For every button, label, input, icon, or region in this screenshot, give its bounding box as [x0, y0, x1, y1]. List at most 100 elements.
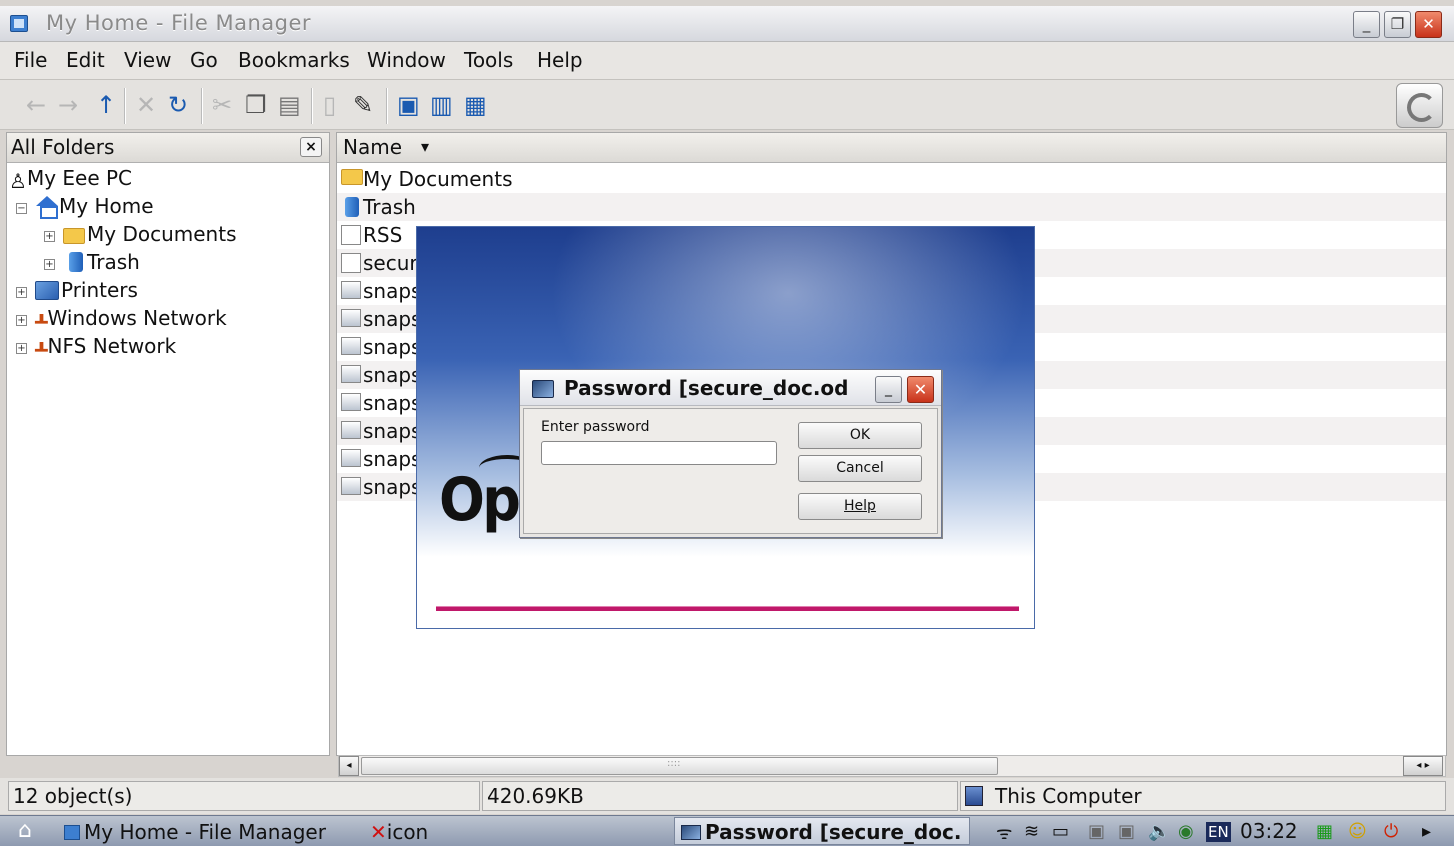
- folder-icon: [63, 228, 85, 244]
- toolbar-separator: [201, 88, 203, 124]
- file-name: snaps: [363, 363, 422, 387]
- toolbar-separator: [386, 88, 388, 124]
- restore-button[interactable]: ❐: [1384, 11, 1411, 38]
- tree-item-trash[interactable]: Trash: [63, 250, 140, 276]
- arrow-right-icon[interactable]: ▸: [1422, 821, 1431, 842]
- expand-icon[interactable]: +: [44, 259, 55, 270]
- image-file-icon: [341, 393, 361, 411]
- file-row[interactable]: My Documents: [337, 165, 1446, 193]
- battery-icon[interactable]: ▭: [1052, 821, 1069, 842]
- language-indicator[interactable]: EN: [1206, 822, 1231, 842]
- drive-icon[interactable]: ▣: [1118, 821, 1135, 842]
- expand-icon[interactable]: +: [16, 287, 27, 298]
- home-launcher-icon[interactable]: ⌂: [18, 818, 32, 843]
- copy-icon[interactable]: ❐: [245, 91, 267, 119]
- collapse-icon[interactable]: −: [16, 203, 27, 214]
- scrollbar-thumb[interactable]: ::::: [361, 757, 998, 775]
- power-icon[interactable]: ⏻: [1384, 821, 1398, 842]
- expand-icon[interactable]: +: [44, 231, 55, 242]
- menu-view[interactable]: View: [124, 48, 171, 72]
- tree-item-label: My Documents: [87, 222, 237, 246]
- file-name: snaps: [363, 391, 422, 415]
- taskbar-item-password[interactable]: Password [secure_doc.: [674, 817, 970, 845]
- stop-icon[interactable]: ✕: [136, 91, 156, 119]
- tree-item-label: Windows Network: [47, 306, 227, 330]
- file-manager-icon: [64, 825, 80, 840]
- folder-tree-panel: All Folders × ♙My Eee PC − My Home + My …: [6, 132, 330, 756]
- column-header-label: Name: [343, 135, 403, 159]
- network-status-icon[interactable]: ◉: [1178, 821, 1194, 842]
- close-panel-button[interactable]: ×: [300, 137, 322, 157]
- desktop-icon[interactable]: ▦: [1316, 821, 1333, 842]
- menu-help[interactable]: Help: [537, 48, 583, 72]
- trash-icon: [69, 252, 83, 272]
- paste-icon[interactable]: ▤: [278, 91, 301, 119]
- scroll-left-button[interactable]: ◂: [339, 756, 359, 776]
- back-icon[interactable]: ←: [26, 91, 46, 119]
- taskbar-item-label: icon: [386, 820, 429, 844]
- icon-view-icon[interactable]: ▣: [397, 91, 420, 119]
- expand-icon[interactable]: +: [16, 343, 27, 354]
- object-count: 12 object(s): [8, 781, 480, 811]
- file-name: snaps: [363, 335, 422, 359]
- wireless-icon[interactable]: ᯤ: [996, 821, 1012, 845]
- linux-penguin-icon: ♙: [9, 169, 27, 193]
- taskbar-item-file-manager[interactable]: My Home - File Manager: [64, 820, 326, 844]
- password-input[interactable]: [541, 441, 777, 465]
- up-icon[interactable]: ↑: [96, 91, 116, 119]
- file-row[interactable]: Trash: [337, 193, 1446, 221]
- taskbar-item-icon[interactable]: ✕icon: [370, 820, 428, 844]
- horizontal-scrollbar[interactable]: ◂ :::: ◂ ▸: [338, 755, 1446, 777]
- computer-icon: [965, 786, 983, 806]
- image-file-icon: [341, 421, 361, 439]
- printer-icon: [35, 281, 59, 300]
- menu-go[interactable]: Go: [190, 48, 218, 72]
- splash-logo-text: Op: [439, 465, 521, 535]
- menu-window[interactable]: Window: [367, 48, 446, 72]
- expand-icon[interactable]: +: [16, 315, 27, 326]
- tree-item-my-documents[interactable]: My Documents: [63, 222, 236, 248]
- dialog-minimize-button[interactable]: _: [875, 376, 902, 403]
- name-column-header[interactable]: Name ▾: [337, 133, 1446, 163]
- list-view-icon[interactable]: ▦: [464, 91, 487, 119]
- taskbar: ⌂ My Home - File Manager ✕icon Password …: [0, 815, 1454, 846]
- menu-edit[interactable]: Edit: [66, 48, 105, 72]
- smiley-icon[interactable]: ☺: [1348, 821, 1367, 842]
- x-icon: ✕: [370, 820, 387, 844]
- dialog-body: Enter password OK Cancel Help: [523, 408, 938, 534]
- tree-item-my-home[interactable]: My Home: [35, 194, 154, 220]
- wifi-icon[interactable]: ≋: [1024, 821, 1039, 842]
- grip-icon: ::::: [667, 758, 681, 769]
- tree-item-label: My Eee PC: [26, 166, 133, 190]
- cancel-button[interactable]: Cancel: [798, 455, 922, 482]
- folder-tree-title: All Folders: [11, 135, 115, 159]
- help-button[interactable]: Help: [798, 493, 922, 520]
- detail-view-icon[interactable]: ▥: [430, 91, 453, 119]
- tree-item-printers[interactable]: Printers: [35, 278, 138, 304]
- file-name: snaps: [363, 307, 422, 331]
- properties-icon[interactable]: ✎: [353, 91, 373, 119]
- reload-icon[interactable]: ↻: [168, 91, 188, 119]
- folder-icon: [341, 169, 363, 185]
- tree-item-my-eee-pc[interactable]: ♙My Eee PC: [9, 166, 133, 193]
- dialog-close-button[interactable]: ✕: [907, 376, 934, 403]
- forward-icon[interactable]: →: [58, 91, 78, 119]
- scroll-right-button[interactable]: ◂ ▸: [1403, 756, 1443, 776]
- cut-icon[interactable]: ✂: [212, 91, 232, 119]
- close-button[interactable]: ✕: [1415, 11, 1442, 38]
- clock[interactable]: 03:22: [1240, 819, 1298, 843]
- menu-tools[interactable]: Tools: [464, 48, 513, 72]
- ok-button[interactable]: OK: [798, 422, 922, 449]
- delete-icon[interactable]: ▯: [323, 91, 336, 119]
- tree-item-windows-network[interactable]: ᚆWindows Network: [35, 306, 227, 333]
- menu-bookmarks[interactable]: Bookmarks: [238, 48, 350, 72]
- tree-item-label: Printers: [61, 278, 138, 302]
- menu-file[interactable]: File: [14, 48, 47, 72]
- volume-icon[interactable]: 🔈: [1148, 821, 1170, 842]
- minimize-button[interactable]: _: [1353, 11, 1380, 38]
- total-size: 420.69KB: [482, 781, 958, 811]
- password-label: Enter password: [541, 419, 650, 435]
- file-name: Trash: [363, 195, 416, 219]
- tree-item-nfs-network[interactable]: ᚆNFS Network: [35, 334, 176, 361]
- disk-icon[interactable]: ▣: [1088, 821, 1105, 842]
